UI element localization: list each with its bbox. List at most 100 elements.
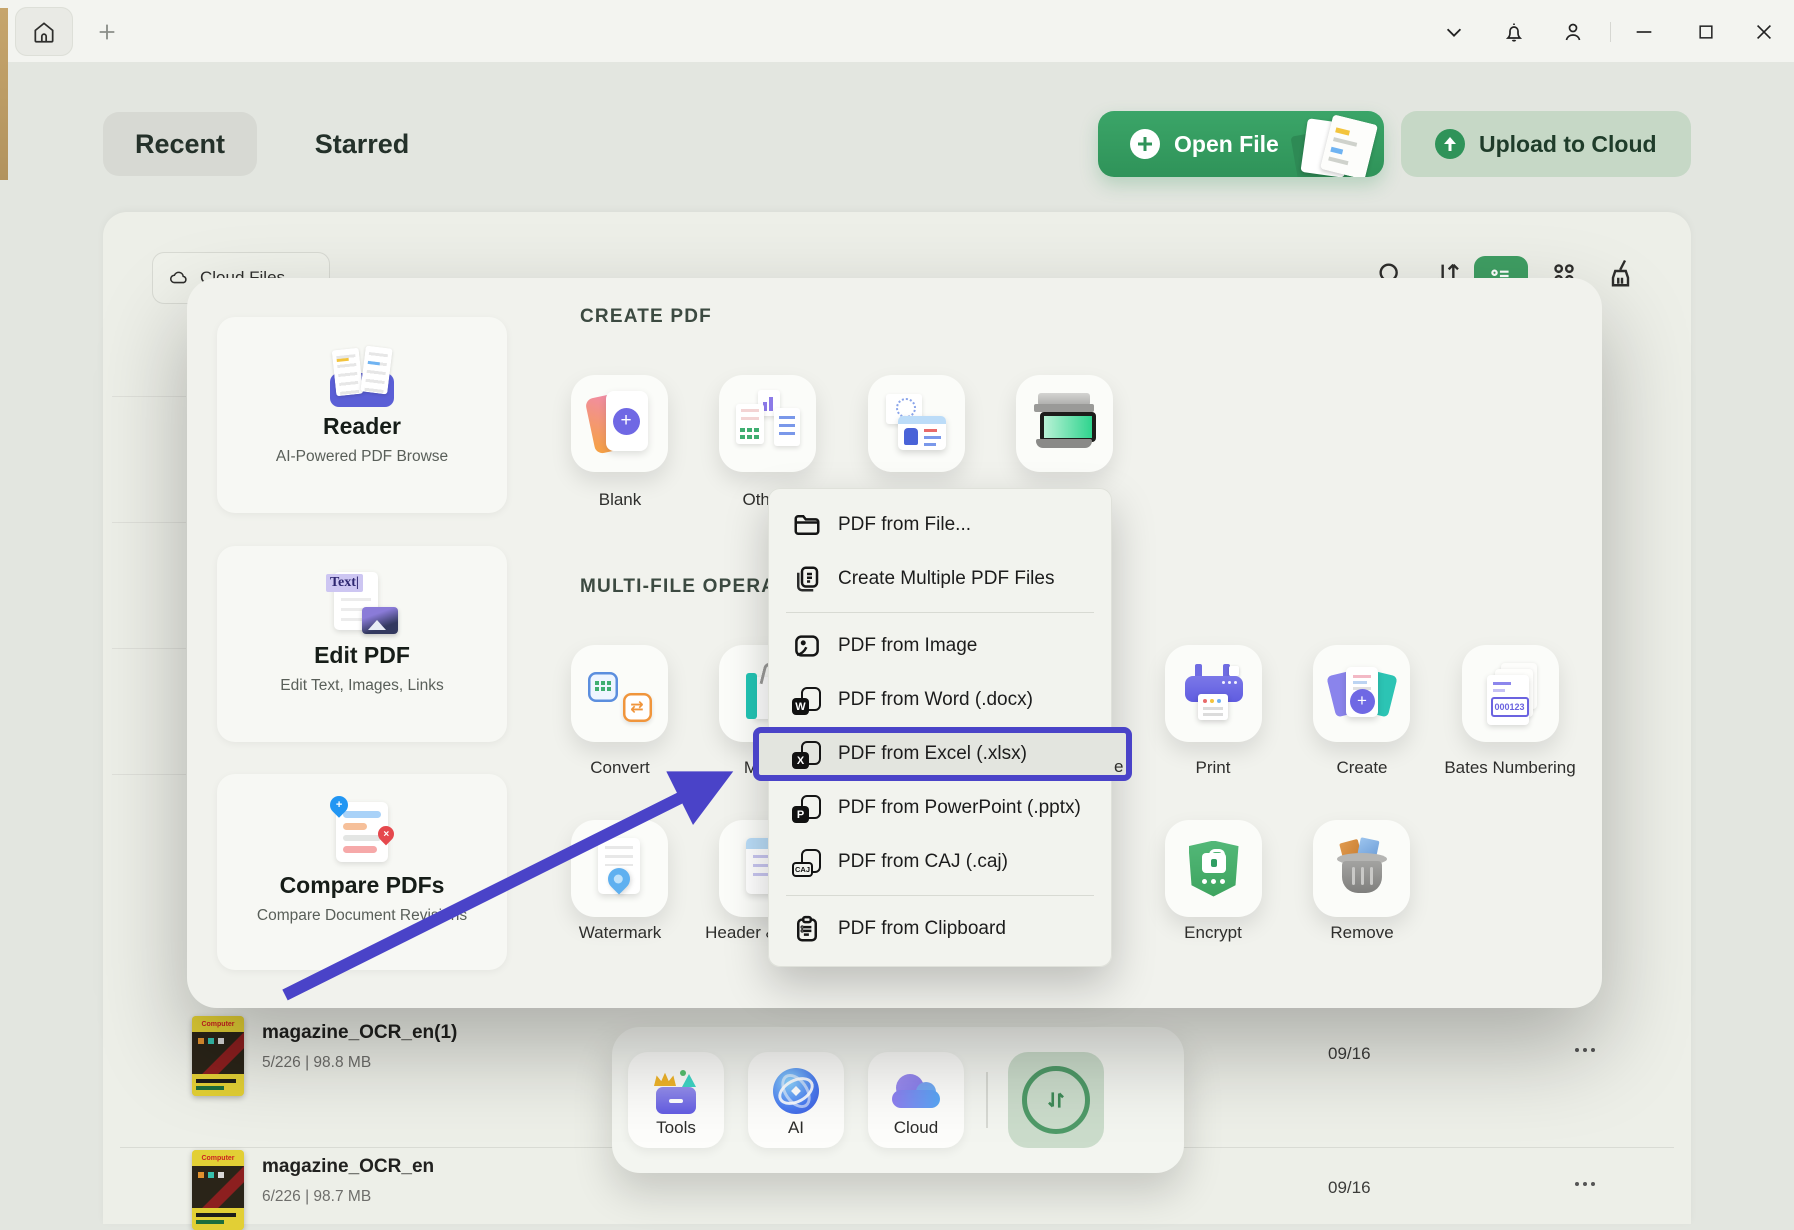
create-document-icon: +	[1329, 663, 1395, 725]
reader-title: Reader	[323, 413, 401, 440]
menu-item-create-multiple[interactable]: Create Multiple PDF Files	[768, 552, 1112, 606]
menu-item-pdf-from-image[interactable]: PDF from Image	[768, 619, 1112, 673]
create-tile[interactable]: +	[1313, 645, 1410, 742]
magazine-cover-title: Computer	[201, 1155, 234, 1162]
text-cursor-icon: Text|	[326, 574, 363, 592]
edit-pdf-card[interactable]: Text| Edit PDF Edit Text, Images, Links	[217, 546, 507, 742]
menu-item-label: Create Multiple PDF Files	[838, 568, 1054, 590]
home-tab[interactable]	[15, 7, 73, 56]
powerpoint-file-icon: P	[792, 793, 822, 823]
create-label: Create	[1336, 758, 1387, 778]
annotation-arrow	[262, 752, 762, 1012]
remove-tile[interactable]	[1313, 820, 1410, 917]
encrypt-tile[interactable]	[1165, 820, 1262, 917]
upload-label: Upload to Cloud	[1479, 131, 1657, 158]
list-row-line	[112, 774, 186, 775]
menu-item-label: PDF from Image	[838, 635, 977, 657]
bates-numbering-tile[interactable]: 000123	[1462, 645, 1559, 742]
file-date: 09/16	[1328, 1044, 1371, 1064]
file-more-button[interactable]	[1568, 1038, 1602, 1062]
encrypt-label: Encrypt	[1184, 923, 1242, 943]
covered-label-fragment: e	[1114, 757, 1123, 777]
minimize-icon	[1633, 21, 1655, 43]
create-blank-tile[interactable]: +	[571, 375, 668, 472]
new-tab-button[interactable]	[96, 21, 118, 43]
dock-divider	[986, 1072, 988, 1128]
file-more-button[interactable]	[1568, 1172, 1602, 1196]
dock-tools-label: Tools	[656, 1118, 696, 1138]
create-scanner-tile[interactable]	[1016, 375, 1113, 472]
list-row-line	[112, 522, 186, 523]
file-thumbnail[interactable]: Computer	[192, 1150, 244, 1230]
convert-tile[interactable]: ⇄	[571, 645, 668, 742]
tools-icon	[652, 1070, 700, 1114]
dock-cloud-button[interactable]: Cloud	[868, 1052, 964, 1148]
ai-icon	[773, 1068, 819, 1114]
file-meta: 5/226 | 98.8 MB	[262, 1054, 371, 1072]
home-icon	[31, 19, 57, 45]
menu-divider	[786, 612, 1094, 613]
dock-cloud-label: Cloud	[894, 1118, 938, 1138]
menu-item-pdf-from-caj[interactable]: CAJ PDF from CAJ (.caj)	[768, 835, 1112, 889]
menu-item-pdf-from-clipboard[interactable]: PDF from Clipboard	[768, 902, 1112, 956]
maximize-button[interactable]	[1692, 18, 1720, 46]
window-edge	[0, 8, 8, 180]
tab-starred[interactable]: Starred	[292, 112, 432, 176]
menu-item-label: PDF from CAJ (.caj)	[838, 851, 1008, 873]
minimize-button[interactable]	[1630, 18, 1658, 46]
list-row-line	[112, 648, 186, 649]
account-button[interactable]	[1559, 18, 1587, 46]
notifications-button[interactable]	[1500, 18, 1528, 46]
chevron-down-icon	[1443, 21, 1465, 43]
reader-card[interactable]: Reader AI-Powered PDF Browse	[217, 317, 507, 513]
titlebar-chevron-button[interactable]	[1440, 18, 1468, 46]
titlebar-divider	[1610, 22, 1611, 42]
clipboard-icon	[792, 914, 822, 944]
blank-document-icon: +	[590, 391, 650, 457]
convert-icon: ⇄	[588, 666, 652, 722]
clean-broom-icon[interactable]	[1604, 256, 1640, 292]
bates-label: Bates Numbering	[1444, 758, 1575, 778]
word-file-icon: W	[792, 685, 822, 715]
create-others-tile[interactable]	[719, 375, 816, 472]
multiple-files-icon	[792, 564, 822, 594]
menu-item-label: PDF from PowerPoint (.pptx)	[838, 797, 1081, 819]
menu-item-pdf-from-file[interactable]: PDF from File...	[768, 498, 1112, 552]
bates-badge: 000123	[1491, 697, 1529, 717]
sync-arrows-icon	[1022, 1066, 1090, 1134]
upload-to-cloud-button[interactable]: Upload to Cloud	[1401, 111, 1691, 177]
transfer-button[interactable]	[1008, 1052, 1104, 1148]
menu-item-pdf-from-word[interactable]: W PDF from Word (.docx)	[768, 673, 1112, 727]
reader-subtitle: AI-Powered PDF Browse	[276, 448, 448, 466]
print-tile[interactable]	[1165, 645, 1262, 742]
create-pdf-heading: CREATE PDF	[580, 306, 712, 328]
dock-tools-button[interactable]: Tools	[628, 1052, 724, 1148]
remove-label: Remove	[1330, 923, 1393, 943]
file-name[interactable]: magazine_OCR_en	[262, 1156, 434, 1178]
list-row-line	[112, 396, 186, 397]
create-pdf-menu: PDF from File... Create Multiple PDF Fil…	[768, 488, 1112, 967]
blank-label: Blank	[599, 490, 642, 510]
open-file-label: Open File	[1174, 131, 1279, 158]
file-meta: 6/226 | 98.7 MB	[262, 1188, 371, 1206]
scanner-icon	[1032, 393, 1098, 455]
file-name[interactable]: magazine_OCR_en(1)	[262, 1022, 457, 1044]
encrypt-shield-icon	[1189, 841, 1239, 897]
edit-pdf-title: Edit PDF	[314, 642, 410, 669]
id-card-icon	[884, 394, 950, 454]
menu-item-pdf-from-excel[interactable]: X PDF from Excel (.xlsx)	[753, 727, 1132, 781]
bates-numbering-icon: 000123	[1479, 663, 1543, 725]
tab-recent[interactable]: Recent	[103, 112, 257, 176]
print-label: Print	[1196, 758, 1231, 778]
close-icon	[1753, 21, 1775, 43]
dock-ai-button[interactable]: AI	[748, 1052, 844, 1148]
create-idcard-tile[interactable]	[868, 375, 965, 472]
menu-divider	[786, 895, 1094, 896]
close-button[interactable]	[1750, 18, 1778, 46]
menu-item-pdf-from-powerpoint[interactable]: P PDF from PowerPoint (.pptx)	[768, 781, 1112, 835]
user-icon	[1561, 20, 1585, 44]
open-file-button[interactable]: Open File	[1098, 111, 1384, 177]
file-thumbnail[interactable]: Computer	[192, 1016, 244, 1096]
image-icon	[792, 631, 822, 661]
bell-icon	[1502, 20, 1526, 44]
